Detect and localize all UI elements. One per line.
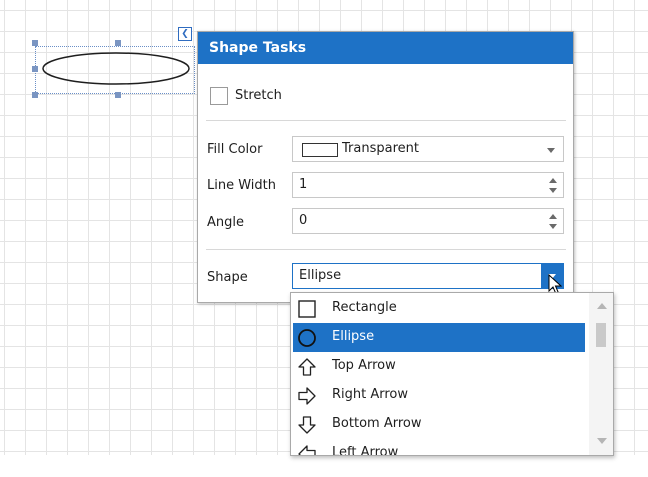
shape-dropdown-list: Rectangle Ellipse Top Arrow Right Arrow … (290, 292, 614, 456)
option-label: Ellipse (332, 329, 375, 344)
option-label: Left Arrow (332, 445, 399, 456)
arrow-down-icon (298, 416, 316, 434)
shape-tasks-panel: Shape Tasks Stretch Fill Color Transpare… (197, 31, 574, 303)
panel-title: Shape Tasks (198, 32, 573, 64)
color-swatch-icon (302, 143, 338, 157)
resize-handle-top[interactable] (115, 40, 121, 46)
resize-handle-top-left[interactable] (32, 40, 38, 46)
fill-color-label: Fill Color (207, 142, 263, 157)
angle-label: Angle (207, 215, 244, 230)
angle-spinner[interactable]: 0 (292, 208, 564, 234)
option-top-arrow[interactable]: Top Arrow (293, 352, 585, 381)
option-right-arrow[interactable]: Right Arrow (293, 381, 585, 410)
line-width-value: 1 (299, 177, 308, 192)
arrow-left-icon (298, 445, 316, 455)
arrow-up-icon (298, 358, 316, 376)
spin-up-icon[interactable] (549, 214, 557, 219)
spin-down-icon[interactable] (549, 188, 557, 193)
spin-up-icon[interactable] (549, 178, 557, 183)
resize-handle-left[interactable] (32, 66, 38, 72)
option-bottom-arrow[interactable]: Bottom Arrow (293, 410, 585, 439)
canvas-bottom-margin (0, 455, 648, 477)
chevron-down-icon (547, 148, 555, 153)
smart-tag-collapse-icon[interactable]: ❮ (178, 27, 192, 41)
ellipse-shape[interactable] (41, 51, 191, 86)
line-width-spinner[interactable]: 1 (292, 172, 564, 198)
shape-value: Ellipse (299, 268, 342, 283)
resize-handle-bottom-left[interactable] (32, 92, 38, 98)
option-label: Top Arrow (332, 358, 396, 373)
option-ellipse[interactable]: Ellipse (293, 323, 585, 352)
angle-value: 0 (299, 213, 308, 228)
option-left-arrow[interactable]: Left Arrow (293, 439, 585, 456)
shape-label: Shape (207, 270, 248, 285)
fill-color-select[interactable]: Transparent (292, 136, 564, 162)
spin-down-icon[interactable] (549, 224, 557, 229)
option-rectangle[interactable]: Rectangle (293, 294, 585, 323)
scroll-up-icon[interactable] (597, 303, 607, 309)
option-label: Rectangle (332, 300, 397, 315)
ellipse-icon (298, 329, 316, 347)
line-width-label: Line Width (207, 178, 276, 193)
stretch-checkbox[interactable] (210, 87, 228, 105)
stretch-label: Stretch (235, 88, 282, 103)
scroll-down-icon[interactable] (597, 438, 607, 444)
shape-select[interactable]: Ellipse (292, 263, 564, 289)
arrow-right-icon (298, 387, 316, 405)
rectangle-icon (298, 300, 316, 318)
resize-handle-bottom[interactable] (115, 92, 121, 98)
separator (206, 249, 566, 250)
vertical-scrollbar[interactable] (589, 293, 613, 455)
scroll-thumb[interactable] (596, 323, 606, 347)
option-label: Bottom Arrow (332, 416, 422, 431)
separator (206, 120, 566, 121)
option-label: Right Arrow (332, 387, 409, 402)
fill-color-value: Transparent (342, 141, 419, 156)
